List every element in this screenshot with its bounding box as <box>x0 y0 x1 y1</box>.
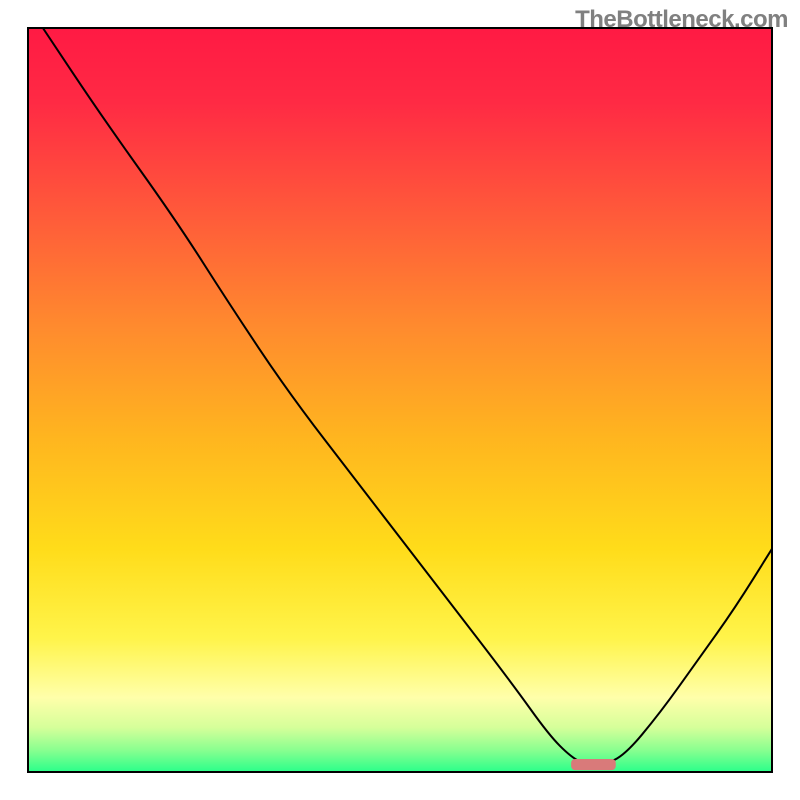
chart-container: TheBottleneck.com <box>0 0 800 800</box>
chart-svg <box>0 0 800 800</box>
plot-area <box>28 28 772 772</box>
gradient-background <box>28 28 772 772</box>
bottleneck-marker <box>571 759 616 770</box>
watermark-text: TheBottleneck.com <box>575 6 788 34</box>
